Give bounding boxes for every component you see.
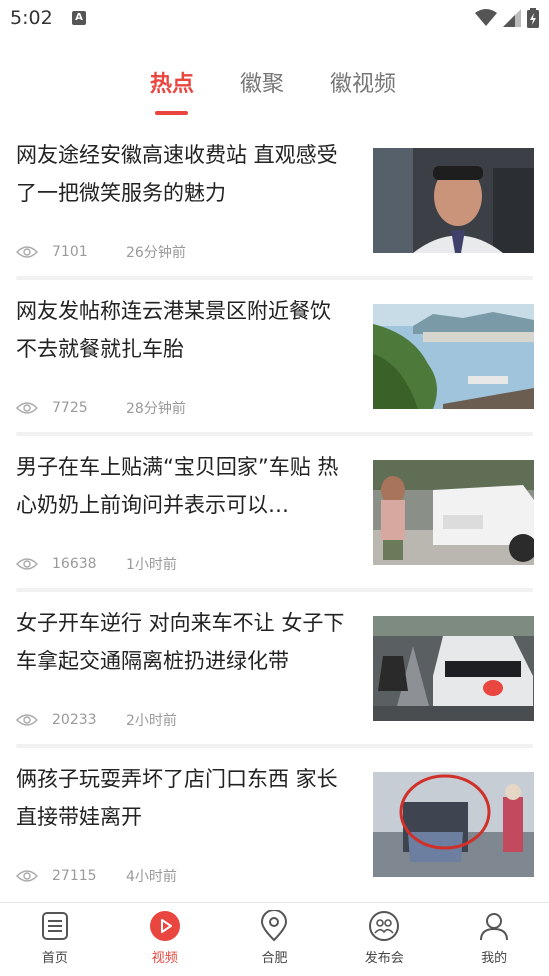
nav-home[interactable]: 首页 xyxy=(0,903,110,976)
news-meta: 27115 4小时前 xyxy=(16,864,177,888)
location-icon xyxy=(261,910,288,942)
wifi-icon xyxy=(475,9,497,26)
eye-icon xyxy=(16,870,38,882)
news-meta: 20233 2小时前 xyxy=(16,708,177,732)
publish-time: 28分钟前 xyxy=(126,401,186,417)
signal-icon xyxy=(503,9,521,27)
nav-label: 我的 xyxy=(481,951,508,966)
tab-hui-video[interactable]: 徽视频 xyxy=(330,66,396,98)
eye-icon xyxy=(16,714,38,726)
news-item[interactable]: 网友发帖称连云港某景区附近餐饮 不去就餐就扎车胎 7725 28分钟前 xyxy=(0,280,549,436)
news-title[interactable]: 俩孩子玩耍弄坏了店门口东西 家长直接带娃离开 xyxy=(16,760,358,836)
profile-icon xyxy=(480,913,509,941)
bottom-nav: 首页 视频 合肥 发布会 我的 xyxy=(0,902,549,976)
news-thumbnail[interactable] xyxy=(373,148,534,253)
nav-label: 首页 xyxy=(41,951,68,966)
view-count: 27115 xyxy=(52,868,97,884)
tab-huiju[interactable]: 徽聚 xyxy=(240,66,284,98)
status-time: 5:02 xyxy=(10,7,53,29)
news-thumbnail[interactable] xyxy=(373,616,534,721)
video-icon xyxy=(149,911,180,941)
publish-time: 4小时前 xyxy=(126,869,177,885)
view-count: 16638 xyxy=(52,556,97,572)
publish-time: 2小时前 xyxy=(126,713,177,729)
notification-icon: A xyxy=(72,11,86,25)
news-item[interactable]: 女子开车逆行 对向来车不让 女子下车拿起交通隔离桩扔进绿化带 20233 2小时… xyxy=(0,592,549,748)
tab-hot[interactable]: 热点 xyxy=(150,66,194,98)
eye-icon xyxy=(16,558,38,570)
status-bar: 5:02 A xyxy=(0,0,549,38)
news-feed[interactable]: 网友途经安徽高速收费站 直观感受了一把微笑服务的魅力 7101 26分钟前 网友… xyxy=(0,124,549,904)
news-meta: 16638 1小时前 xyxy=(16,552,177,576)
nav-press-conference[interactable]: 发布会 xyxy=(329,903,439,976)
tab-indicator xyxy=(155,111,188,115)
eye-icon xyxy=(16,246,38,258)
nav-hefei[interactable]: 合肥 xyxy=(220,903,330,976)
news-meta: 7101 26分钟前 xyxy=(16,240,186,264)
news-title[interactable]: 男子在车上贴满“宝贝回家”车贴 热心奶奶上前询问并表示可以… xyxy=(16,448,358,524)
eye-icon xyxy=(16,402,38,414)
battery-icon xyxy=(527,8,539,28)
news-meta: 7725 28分钟前 xyxy=(16,396,186,420)
nav-mine[interactable]: 我的 xyxy=(439,903,549,976)
press-icon xyxy=(369,911,400,941)
view-count: 7101 xyxy=(52,244,88,260)
news-thumbnail[interactable] xyxy=(373,460,534,565)
news-title[interactable]: 女子开车逆行 对向来车不让 女子下车拿起交通隔离桩扔进绿化带 xyxy=(16,604,358,680)
news-thumbnail[interactable] xyxy=(373,772,534,877)
news-item[interactable]: 网友途经安徽高速收费站 直观感受了一把微笑服务的魅力 7101 26分钟前 xyxy=(0,124,549,280)
status-icons xyxy=(475,8,539,28)
publish-time: 1小时前 xyxy=(126,557,177,573)
news-title[interactable]: 网友途经安徽高速收费站 直观感受了一把微笑服务的魅力 xyxy=(16,136,358,212)
home-icon xyxy=(41,912,68,940)
category-tabs: 热点 徽聚 徽视频 xyxy=(0,60,549,120)
nav-label: 合肥 xyxy=(261,951,288,966)
news-thumbnail[interactable] xyxy=(373,304,534,409)
view-count: 20233 xyxy=(52,712,97,728)
publish-time: 26分钟前 xyxy=(126,245,186,261)
view-count: 7725 xyxy=(52,400,88,416)
news-item[interactable]: 男子在车上贴满“宝贝回家”车贴 热心奶奶上前询问并表示可以… 16638 1小时… xyxy=(0,436,549,592)
nav-label: 发布会 xyxy=(364,951,404,966)
news-item[interactable]: 俩孩子玩耍弄坏了店门口东西 家长直接带娃离开 27115 4小时前 xyxy=(0,748,549,904)
nav-video[interactable]: 视频 xyxy=(110,903,220,976)
nav-label: 视频 xyxy=(151,951,178,966)
news-title[interactable]: 网友发帖称连云港某景区附近餐饮 不去就餐就扎车胎 xyxy=(16,292,358,368)
